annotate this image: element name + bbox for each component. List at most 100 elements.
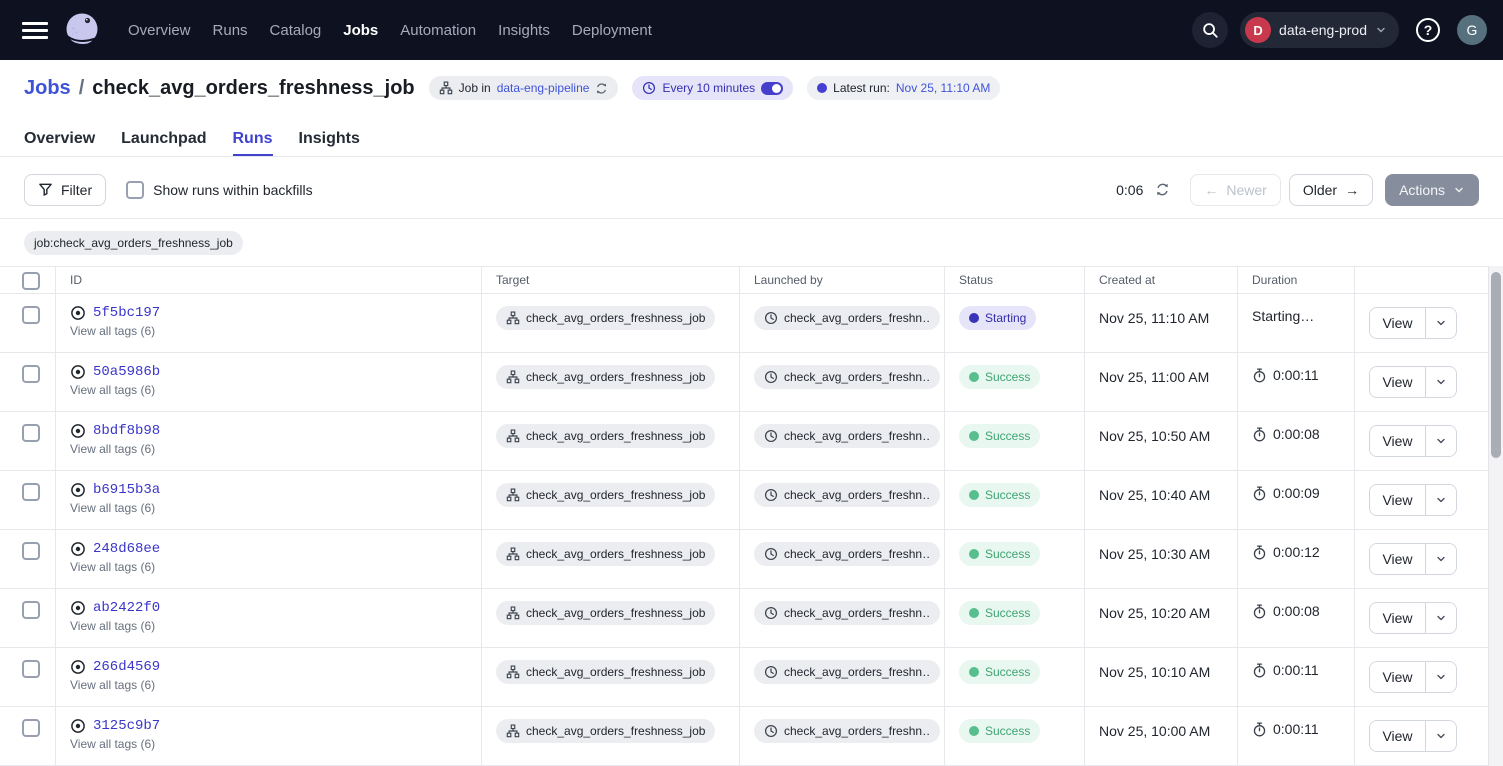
view-all-tags-link[interactable]: View all tags (6) <box>70 442 155 456</box>
tab-overview[interactable]: Overview <box>24 116 95 156</box>
scrollbar-thumb[interactable] <box>1491 272 1501 458</box>
target-pill[interactable]: check_avg_orders_freshness_job <box>496 601 715 625</box>
user-avatar[interactable]: G <box>1457 15 1487 45</box>
view-dropdown-button[interactable] <box>1425 485 1456 515</box>
tab-runs[interactable]: Runs <box>233 116 273 156</box>
run-target-icon <box>70 718 86 734</box>
filter-button[interactable]: Filter <box>24 174 106 206</box>
select-all-checkbox[interactable] <box>22 272 40 290</box>
actions-button[interactable]: Actions <box>1385 174 1479 206</box>
view-all-tags-link[interactable]: View all tags (6) <box>70 737 155 751</box>
latest-run-link[interactable]: Nov 25, 11:10 AM <box>896 81 991 95</box>
view-dropdown-button[interactable] <box>1425 367 1456 397</box>
breadcrumb-jobs-link[interactable]: Jobs <box>24 77 71 100</box>
view-dropdown-button[interactable] <box>1425 544 1456 574</box>
run-target-icon <box>70 364 86 380</box>
launched-by-pill[interactable]: check_avg_orders_freshn… <box>754 542 940 566</box>
row-checkbox[interactable] <box>22 306 40 324</box>
view-dropdown-button[interactable] <box>1425 426 1456 456</box>
target-pill[interactable]: check_avg_orders_freshness_job <box>496 365 715 389</box>
view-button[interactable]: View <box>1370 544 1425 574</box>
launched-by-pill[interactable]: check_avg_orders_freshn… <box>754 365 940 389</box>
view-button[interactable]: View <box>1370 426 1425 456</box>
created-at: Nov 25, 10:30 AM <box>1099 546 1210 562</box>
refresh-button[interactable] <box>1153 180 1172 199</box>
nav-item-overview[interactable]: Overview <box>128 22 191 39</box>
launched-by-pill[interactable]: check_avg_orders_freshn… <box>754 306 940 330</box>
view-dropdown-button[interactable] <box>1425 662 1456 692</box>
older-button[interactable]: Older → <box>1289 174 1373 206</box>
sync-icon[interactable] <box>595 82 608 95</box>
target-pill[interactable]: check_avg_orders_freshness_job <box>496 483 715 507</box>
view-button[interactable]: View <box>1370 367 1425 397</box>
launched-by-pill[interactable]: check_avg_orders_freshn… <box>754 719 940 743</box>
view-dropdown-button[interactable] <box>1425 603 1456 633</box>
row-checkbox[interactable] <box>22 483 40 501</box>
run-id-link[interactable]: 8bdf8b98 <box>93 423 160 439</box>
row-checkbox[interactable] <box>22 719 40 737</box>
backfills-checkbox[interactable] <box>126 181 144 199</box>
launched-by-pill[interactable]: check_avg_orders_freshn… <box>754 424 940 448</box>
view-button-group: View <box>1369 661 1457 693</box>
target-pill[interactable]: check_avg_orders_freshness_job <box>496 306 715 330</box>
run-id-link[interactable]: 248d68ee <box>93 541 160 557</box>
view-dropdown-button[interactable] <box>1425 721 1456 751</box>
view-button[interactable]: View <box>1370 662 1425 692</box>
view-all-tags-link[interactable]: View all tags (6) <box>70 501 155 515</box>
filter-tag[interactable]: job:check_avg_orders_freshness_job <box>24 231 243 255</box>
job-graph-icon <box>506 547 520 561</box>
chevron-down-icon <box>1435 435 1447 447</box>
nav-item-automation[interactable]: Automation <box>400 22 476 39</box>
schedule-toggle[interactable] <box>761 82 783 95</box>
view-all-tags-link[interactable]: View all tags (6) <box>70 324 155 338</box>
status-badge: Success <box>959 483 1040 507</box>
table-row: 266d4569 View all tags (6) check_avg_ord… <box>0 648 1488 707</box>
target-pill[interactable]: check_avg_orders_freshness_job <box>496 424 715 448</box>
row-checkbox[interactable] <box>22 660 40 678</box>
target-pill[interactable]: check_avg_orders_freshness_job <box>496 719 715 743</box>
run-id-link[interactable]: 50a5986b <box>93 364 160 380</box>
row-checkbox[interactable] <box>22 601 40 619</box>
view-button[interactable]: View <box>1370 603 1425 633</box>
launched-by-pill[interactable]: check_avg_orders_freshn… <box>754 660 940 684</box>
run-id-link[interactable]: b6915b3a <box>93 482 160 498</box>
run-id-link[interactable]: 5f5bc197 <box>93 305 160 321</box>
row-checkbox[interactable] <box>22 424 40 442</box>
help-button[interactable]: ? <box>1411 13 1445 47</box>
view-dropdown-button[interactable] <box>1425 308 1456 338</box>
view-all-tags-link[interactable]: View all tags (6) <box>70 619 155 633</box>
newer-button[interactable]: ← Newer <box>1190 174 1280 206</box>
view-all-tags-link[interactable]: View all tags (6) <box>70 678 155 692</box>
run-id-link[interactable]: 266d4569 <box>93 659 160 675</box>
nav-item-insights[interactable]: Insights <box>498 22 550 39</box>
job-in-label: Job in <box>459 81 491 95</box>
status-dot-icon <box>969 726 979 736</box>
nav-item-deployment[interactable]: Deployment <box>572 22 652 39</box>
nav-item-catalog[interactable]: Catalog <box>270 22 322 39</box>
workspace-switcher[interactable]: D data-eng-prod <box>1240 12 1399 48</box>
target-pill[interactable]: check_avg_orders_freshness_job <box>496 542 715 566</box>
view-button[interactable]: View <box>1370 485 1425 515</box>
nav-item-jobs[interactable]: Jobs <box>343 22 378 39</box>
help-icon: ? <box>1416 18 1440 42</box>
run-id-link[interactable]: 3125c9b7 <box>93 718 160 734</box>
view-button[interactable]: View <box>1370 721 1425 751</box>
row-checkbox[interactable] <box>22 365 40 383</box>
nav-item-runs[interactable]: Runs <box>213 22 248 39</box>
arrow-right-icon: → <box>1345 182 1359 198</box>
tab-launchpad[interactable]: Launchpad <box>121 116 206 156</box>
row-checkbox[interactable] <box>22 542 40 560</box>
status-dot-icon <box>969 490 979 500</box>
launched-by-pill[interactable]: check_avg_orders_freshn… <box>754 601 940 625</box>
view-button[interactable]: View <box>1370 308 1425 338</box>
pipeline-link[interactable]: data-eng-pipeline <box>497 81 590 95</box>
view-all-tags-link[interactable]: View all tags (6) <box>70 560 155 574</box>
menu-icon[interactable] <box>22 22 48 39</box>
target-pill[interactable]: check_avg_orders_freshness_job <box>496 660 715 684</box>
search-button[interactable] <box>1192 12 1228 48</box>
tab-insights[interactable]: Insights <box>299 116 360 156</box>
launched-by-pill[interactable]: check_avg_orders_freshn… <box>754 483 940 507</box>
view-all-tags-link[interactable]: View all tags (6) <box>70 383 155 397</box>
run-id-link[interactable]: ab2422f0 <box>93 600 160 616</box>
created-at: Nov 25, 10:10 AM <box>1099 664 1210 680</box>
